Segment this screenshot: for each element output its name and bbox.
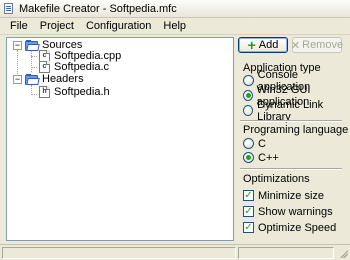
menu-bar: File Project Configuration Help	[0, 18, 350, 35]
remove-icon: ✕	[290, 39, 301, 52]
folder-open-icon	[25, 39, 40, 51]
tree-node-headers[interactable]: − Headers	[13, 73, 84, 85]
radio-cpp[interactable]: C++	[243, 151, 279, 164]
status-bar	[0, 244, 350, 260]
tree-node-file[interactable]: c Softpedia.c	[39, 61, 109, 73]
divider	[240, 120, 342, 122]
radio-button-selected-icon[interactable]	[243, 90, 253, 101]
tree-label-headers: Headers	[42, 73, 84, 85]
checkbox-checked-icon[interactable]: ✓	[243, 190, 254, 201]
optimizations-label: Optimizations	[243, 173, 310, 185]
checkbox-minimize-label: Minimize size	[258, 189, 325, 202]
status-pane	[2, 247, 236, 259]
status-pane	[238, 247, 334, 259]
radio-c[interactable]: C	[243, 137, 266, 150]
radio-dll[interactable]: Dynamic Link Library	[243, 99, 350, 123]
title-bar: Makefile Creator - Softpedia.mfc	[0, 0, 350, 18]
menu-project[interactable]: Project	[34, 20, 80, 32]
checkbox-minimize-size[interactable]: ✓ Minimize size	[243, 189, 324, 202]
checkbox-checked-icon[interactable]: ✓	[243, 222, 254, 233]
c-file-icon: c	[39, 61, 50, 73]
checkbox-optimize-speed[interactable]: ✓ Optimize Speed	[243, 221, 336, 234]
collapse-icon[interactable]: −	[13, 74, 22, 84]
language-label: Programing language	[243, 124, 349, 136]
add-icon: +	[247, 37, 256, 53]
tree-node-file[interactable]: h Softpedia.h	[39, 86, 110, 98]
checkbox-speed-label: Optimize Speed	[258, 221, 337, 234]
collapse-icon[interactable]: −	[13, 40, 22, 50]
radio-cpp-label: C++	[258, 151, 279, 164]
menu-file[interactable]: File	[4, 20, 34, 32]
checkbox-warnings-label: Show warnings	[258, 205, 333, 218]
checkbox-checked-icon[interactable]: ✓	[243, 206, 254, 217]
folder-open-icon	[25, 73, 40, 85]
radio-button-icon[interactable]	[243, 105, 254, 116]
divider	[240, 168, 342, 170]
radio-c-label: C	[258, 137, 266, 150]
tree-label-file: Softpedia.h	[54, 86, 110, 98]
project-tree[interactable]: − Sources c Softpedia.cpp c Softpedia.c …	[6, 37, 234, 241]
remove-button[interactable]: ✕ Remove	[290, 37, 344, 53]
menu-help[interactable]: Help	[157, 20, 192, 32]
window-title: Makefile Creator - Softpedia.mfc	[19, 2, 177, 15]
remove-button-label: Remove	[302, 39, 344, 51]
app-icon	[3, 2, 15, 15]
checkbox-show-warnings[interactable]: ✓ Show warnings	[243, 205, 333, 218]
header-file-icon: h	[39, 86, 50, 98]
radio-button-icon[interactable]	[243, 138, 254, 149]
add-button-label: Add	[258, 39, 279, 51]
radio-button-selected-icon[interactable]	[243, 152, 254, 163]
tree-label-file: Softpedia.c	[54, 61, 110, 73]
resize-grip-icon[interactable]	[338, 248, 348, 258]
add-button[interactable]: + Add	[238, 37, 288, 53]
menu-configuration[interactable]: Configuration	[80, 20, 157, 32]
radio-button-icon[interactable]	[243, 75, 254, 86]
radio-dll-label: Dynamic Link Library	[257, 98, 324, 123]
